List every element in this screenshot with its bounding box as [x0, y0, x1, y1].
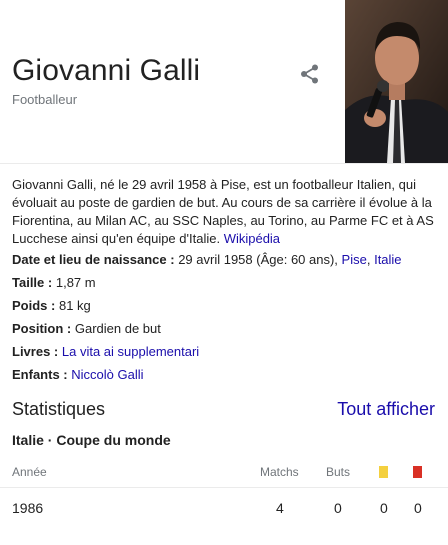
fact-height: Taille : 1,87 m [12, 275, 96, 290]
fact-value: Gardien de but [74, 321, 161, 336]
column-goals: Buts [326, 465, 351, 479]
column-matches: Matchs [260, 465, 299, 479]
person-photo[interactable] [345, 0, 448, 163]
fact-label: Enfants [12, 367, 60, 382]
facts-list: Date et lieu de naissance : 29 avril 195… [12, 251, 436, 389]
knowledge-panel: Giovanni Galli Footballeur Giovanni Gall… [0, 0, 448, 545]
cell-year: 1986 [12, 500, 44, 516]
fact-children: Enfants : Niccolò Galli [12, 367, 144, 382]
panel-subtitle: Footballeur [12, 92, 78, 107]
stats-title: Statistiques [12, 399, 106, 419]
wikipedia-link[interactable]: Wikipédia [224, 231, 280, 246]
panel-title: Giovanni Galli [12, 54, 201, 87]
cell-matches: 4 [276, 500, 284, 516]
column-year: Année [12, 465, 47, 479]
fact-label: Poids [12, 298, 48, 313]
yellow-card-icon [379, 466, 388, 478]
fact-value: 29 avril 1958 (Âge: 60 ans), [178, 252, 338, 267]
show-all-link[interactable]: Tout afficher [337, 399, 435, 420]
fact-books: Livres : La vita ai supplementari [12, 344, 200, 359]
fact-value: 1,87 m [55, 275, 96, 290]
fact-label: Livres [12, 344, 51, 359]
fact-weight: Poids : 81 kg [12, 298, 91, 313]
child-link[interactable]: Niccolò Galli [71, 367, 143, 382]
cell-red: 0 [414, 500, 422, 516]
panel-header: Giovanni Galli Footballeur [0, 0, 448, 164]
book-link[interactable]: La vita ai supplementari [62, 344, 199, 359]
birth-country-link[interactable]: Italie [374, 252, 401, 267]
fact-position: Position : Gardien de but [12, 321, 161, 336]
stats-table-header: Année Matchs Buts [0, 460, 448, 488]
fact-label: Taille [12, 275, 45, 290]
red-card-icon [413, 466, 422, 478]
fact-birth: Date et lieu de naissance : 29 avril 195… [12, 252, 402, 267]
fact-label: Date et lieu de naissance [12, 252, 167, 267]
fact-label: Position [12, 321, 64, 336]
stats-subtitle: Italie · Coupe du monde [12, 432, 171, 448]
table-row: 1986 4 0 0 0 [0, 496, 448, 522]
share-icon[interactable] [298, 62, 322, 86]
cell-yellow: 0 [380, 500, 388, 516]
birth-city-link[interactable]: Pise [342, 252, 367, 267]
cell-goals: 0 [334, 500, 342, 516]
description: Giovanni Galli, né le 29 avril 1958 à Pi… [12, 176, 436, 248]
fact-value: 81 kg [58, 298, 91, 313]
